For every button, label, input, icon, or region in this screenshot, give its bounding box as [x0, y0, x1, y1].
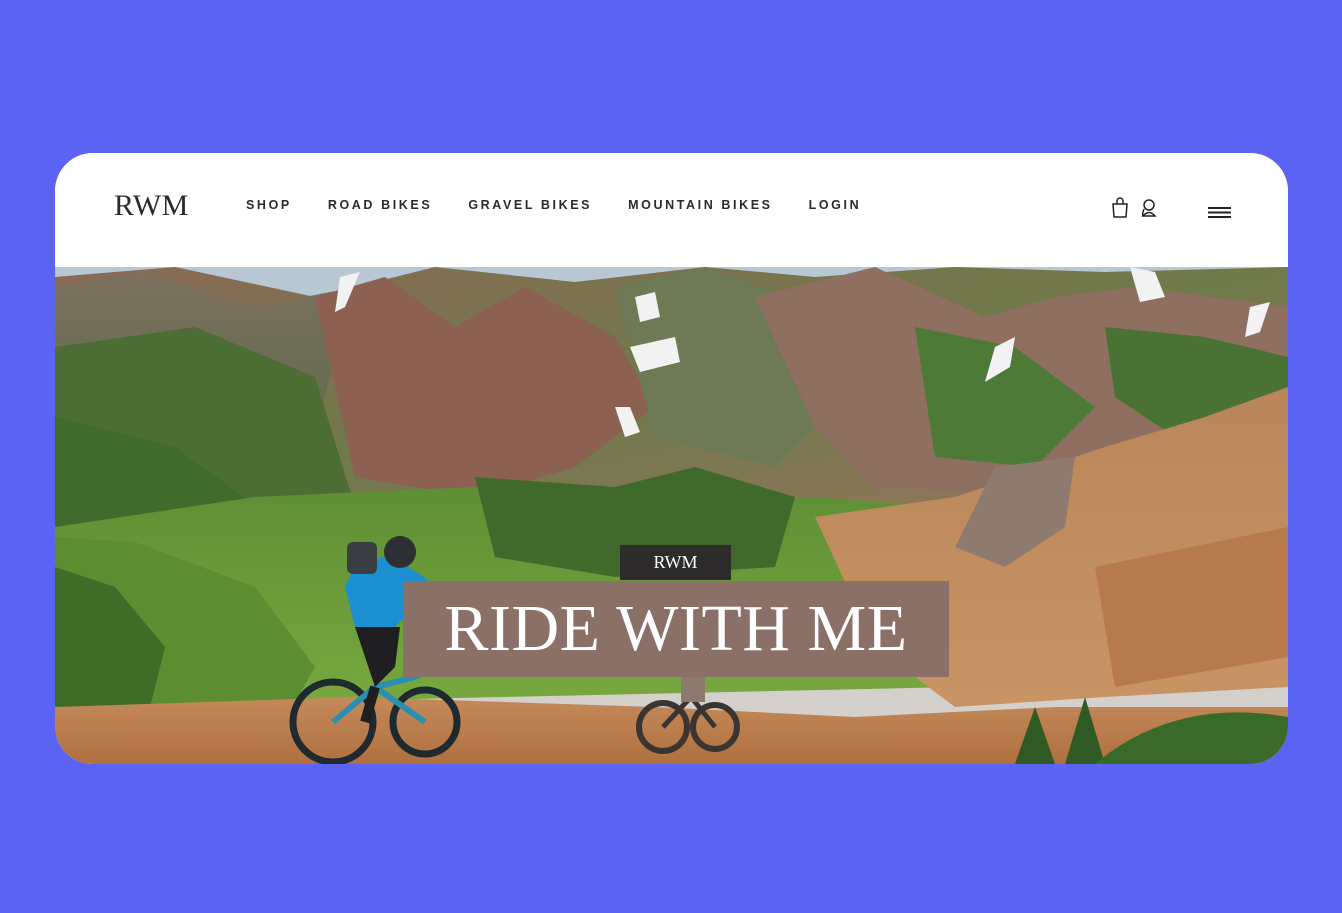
site-logo[interactable]: RWM — [114, 189, 189, 223]
nav-road-bikes[interactable]: ROAD BIKES — [328, 198, 432, 212]
shopping-bag-icon[interactable] — [1111, 197, 1129, 224]
hero-headline-box: RIDE WITH ME — [403, 581, 949, 677]
hero-tag: RWM — [620, 545, 731, 580]
hero-image — [55, 267, 1288, 764]
nav-shop[interactable]: SHOP — [246, 198, 292, 212]
nav-mountain-bikes[interactable]: MOUNTAIN BIKES — [628, 198, 773, 212]
nav-gravel-bikes[interactable]: GRAVEL BIKES — [468, 198, 592, 212]
user-icon[interactable] — [1140, 197, 1158, 224]
nav-login[interactable]: LOGIN — [809, 198, 862, 212]
main-nav: SHOP ROAD BIKES GRAVEL BIKES MOUNTAIN BI… — [246, 198, 897, 212]
hero-headline: RIDE WITH ME — [444, 592, 908, 665]
hero-banner: RWM RIDE WITH ME — [55, 267, 1288, 764]
hamburger-menu-icon[interactable] — [1208, 205, 1232, 226]
page-card: RWM SHOP ROAD BIKES GRAVEL BIKES MOUNTAI… — [55, 153, 1288, 764]
site-header: RWM SHOP ROAD BIKES GRAVEL BIKES MOUNTAI… — [55, 153, 1288, 267]
